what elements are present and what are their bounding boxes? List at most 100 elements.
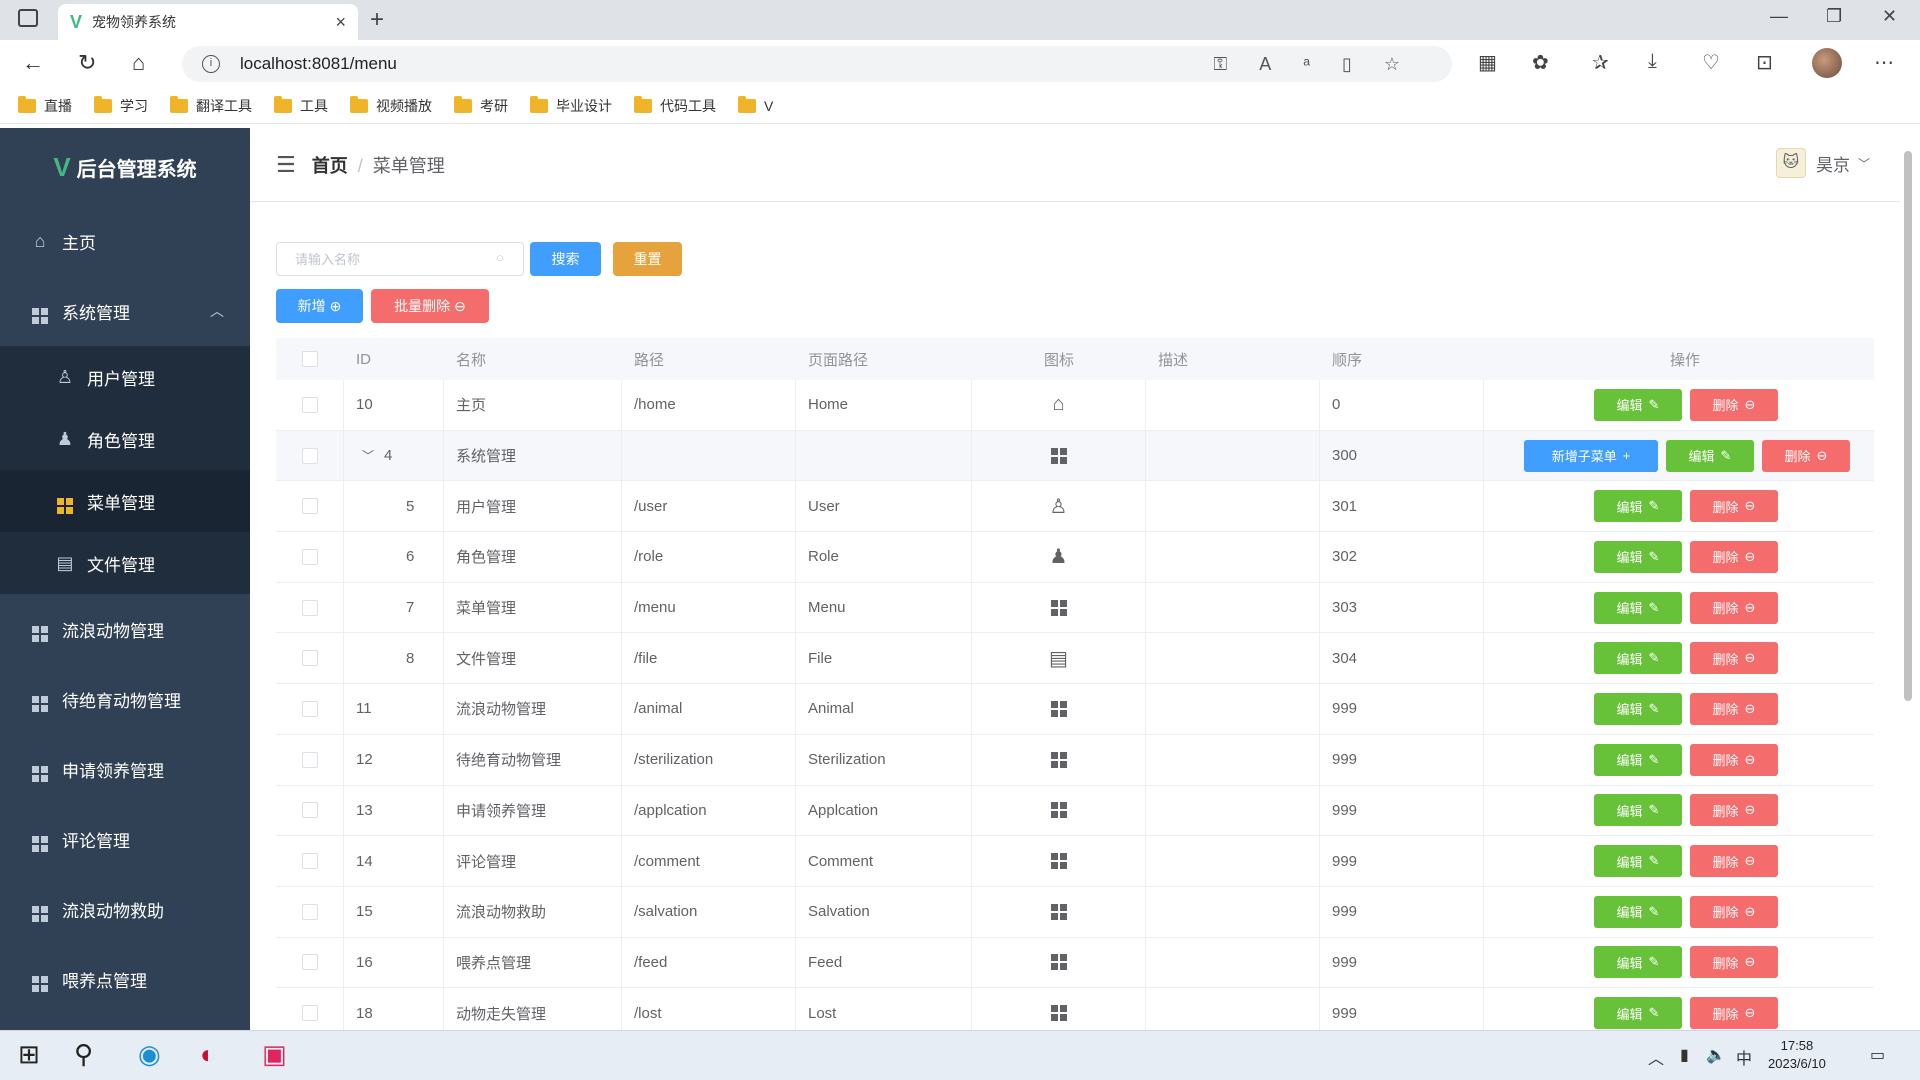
row-checkbox[interactable] [301,954,318,971]
row-checkbox[interactable] [301,498,318,515]
close-tab-icon[interactable]: × [335,12,346,33]
breadcrumb-home[interactable]: 首页 [312,156,348,176]
delete-button[interactable]: 删除 ⊖ [1690,946,1778,979]
row-checkbox[interactable] [301,548,318,565]
sidebar-item-animal[interactable]: 流浪动物管理 [0,594,250,664]
puzzle-icon[interactable]: ✿ [1532,50,1549,75]
edit-button[interactable]: 编辑 ✎ [1594,946,1682,979]
sidebar-item-application[interactable]: 申请领养管理 [0,734,250,804]
bookmark-folder[interactable]: 学习 [94,95,148,116]
edit-button[interactable]: 编辑 ✎ [1594,895,1682,928]
row-checkbox[interactable] [301,650,318,667]
clock[interactable]: 17:58 2023/6/10 [1768,1037,1826,1073]
sidebar-item-roles[interactable]: ♟ 角色管理 [0,408,250,470]
url-action-icons[interactable]: ⚿Aᵃ▯☆ [1214,54,1432,75]
table-row[interactable]: 11 流浪动物管理 /animal Animal 999 编辑 ✎ 删除 ⊖ [276,684,1874,735]
bookmark-folder[interactable]: 视频播放 [350,95,432,116]
delete-button[interactable]: 删除 ⊖ [1690,388,1778,421]
jetbrains-icon[interactable]: ▣ [262,1039,287,1070]
sidebar-item-sterilization[interactable]: 待绝育动物管理 [0,664,250,734]
bookmark-folder[interactable]: 代码工具 [634,95,716,116]
bookmark-folder[interactable]: 考研 [454,95,508,116]
restore-icon[interactable]: ❐ [1826,6,1842,27]
delete-button[interactable]: 删除 ⊖ [1690,794,1778,827]
more-icon[interactable]: ⋯ [1874,50,1894,75]
volume-icon[interactable]: 🔈 [1706,1045,1726,1065]
row-checkbox[interactable] [301,700,318,717]
select-all-checkbox[interactable] [302,351,318,367]
delete-button[interactable]: 删除 ⊖ [1690,743,1778,776]
row-checkbox[interactable] [301,751,318,768]
row-checkbox[interactable] [301,396,318,413]
bookmark-folder[interactable]: 毕业设计 [530,95,612,116]
delete-button[interactable]: 删除 ⊖ [1762,439,1850,472]
windows-start-icon[interactable]: ⊞ [18,1039,40,1070]
table-row[interactable]: 7 菜单管理 /menu Menu 303 编辑 ✎ 删除 ⊖ [276,582,1874,634]
edit-button[interactable]: 编辑 ✎ [1666,439,1754,472]
sidebar-item-users[interactable]: ♙ 用户管理 [0,346,250,408]
battery-icon[interactable]: ▮ [1680,1045,1689,1065]
download-icon[interactable]: ⤓ [1648,50,1657,73]
row-checkbox[interactable] [301,853,318,870]
delete-button[interactable]: 删除 ⊖ [1690,692,1778,725]
row-checkbox[interactable] [301,599,318,616]
edit-button[interactable]: 编辑 ✎ [1594,692,1682,725]
edit-button[interactable]: 编辑 ✎ [1594,743,1682,776]
browser-tab[interactable]: V 宠物领养系统 × [58,4,358,40]
edit-button[interactable]: 编辑 ✎ [1594,997,1682,1030]
search-input[interactable] [276,242,524,276]
new-tab-icon[interactable]: + [370,6,384,34]
back-icon[interactable]: ← [22,50,44,76]
table-row[interactable]: 5 用户管理 /user User ♙ 301 编辑 ✎ 删除 ⊖ [276,481,1874,533]
sidebar-item-home[interactable]: ⌂ 主页 [0,206,250,276]
favorites-icon[interactable]: ✰ [1592,50,1609,75]
table-row[interactable]: 15 流浪动物救助 /salvation Salvation 999 编辑 ✎ 删除… [276,886,1874,938]
screenshot-icon[interactable]: ⊡ [1756,50,1773,75]
table-row[interactable]: ﹀ 4 系统管理 300 新增子菜单 + 编辑 ✎ 删除 ⊖ [276,430,1874,482]
profile-avatar[interactable] [1812,48,1842,78]
minimize-icon[interactable]: — [1770,6,1788,27]
ime-indicator[interactable]: 中 [1736,1045,1752,1069]
edit-button[interactable]: 编辑 ✎ [1594,591,1682,624]
search-taskbar-icon[interactable]: ⚲ [74,1039,93,1070]
bookmark-folder[interactable]: 翻译工具 [170,95,252,116]
delete-button[interactable]: 删除 ⊖ [1690,845,1778,878]
batch-delete-button[interactable]: 批量删除 ⊖ [371,289,489,323]
delete-button[interactable]: 删除 ⊖ [1690,591,1778,624]
table-row[interactable]: 16 喂养点管理 /feed Feed 999 编辑 ✎ 删除 ⊖ [276,937,1874,989]
sidebar-item-feed[interactable]: 喂养点管理 [0,944,250,1014]
user-dropdown[interactable]: 🐱 昊京 ﹀ [1775,148,1870,178]
edit-button[interactable]: 编辑 ✎ [1594,845,1682,878]
edit-button[interactable]: 编辑 ✎ [1594,794,1682,827]
tray-chevron-icon[interactable]: ︿ [1648,1045,1664,1069]
add-button[interactable]: 新增 ⊕ [276,289,363,323]
sidebar-toggle-icon[interactable] [18,9,38,27]
window-close-icon[interactable]: ✕ [1882,6,1897,27]
table-row[interactable]: 14 评论管理 /comment Comment 999 编辑 ✎ 删除 ⊖ [276,836,1874,887]
table-row[interactable]: 13 申请领养管理 /applcation Applcation 999 编辑 ✎… [276,785,1874,837]
site-info-icon[interactable]: i [202,55,220,73]
delete-button[interactable]: 删除 ⊖ [1690,997,1778,1030]
table-row[interactable]: 10 主页 /home Home ⌂ 0 编辑 ✎ 删除 ⊖ [276,380,1874,431]
reset-button[interactable]: 重置 [613,242,682,276]
delete-button[interactable]: 删除 ⊖ [1690,490,1778,523]
health-icon[interactable]: ♡ [1702,50,1720,75]
edit-button[interactable]: 编辑 ✎ [1594,490,1682,523]
row-checkbox[interactable] [301,1005,318,1022]
bookmark-folder[interactable]: 直播 [18,95,72,116]
table-row[interactable]: 8 文件管理 /file File ▤ 304 编辑 ✎ 删除 ⊖ [276,633,1874,685]
add-child-button[interactable]: 新增子菜单 + [1524,439,1658,472]
notification-icon[interactable]: ▭ [1870,1045,1885,1065]
sidebar-item-menu[interactable]: 菜单管理 [0,470,250,532]
sidebar-item-files[interactable]: ▤ 文件管理 [0,532,250,594]
refresh-icon[interactable]: ↻ [78,50,96,76]
page-scrollbar[interactable] [1902,135,1912,1020]
row-checkbox[interactable] [301,903,318,920]
scrollbar-thumb[interactable] [1904,151,1912,701]
delete-button[interactable]: 删除 ⊖ [1690,895,1778,928]
search-button[interactable]: 搜索 [530,242,601,276]
sidebar-item-salvation[interactable]: 流浪动物救助 [0,874,250,944]
bookmark-folder[interactable]: V [738,95,773,114]
extensions-icon[interactable]: ▦ [1478,50,1497,75]
sidebar-item-system[interactable]: 系统管理 ︿ [0,276,250,346]
